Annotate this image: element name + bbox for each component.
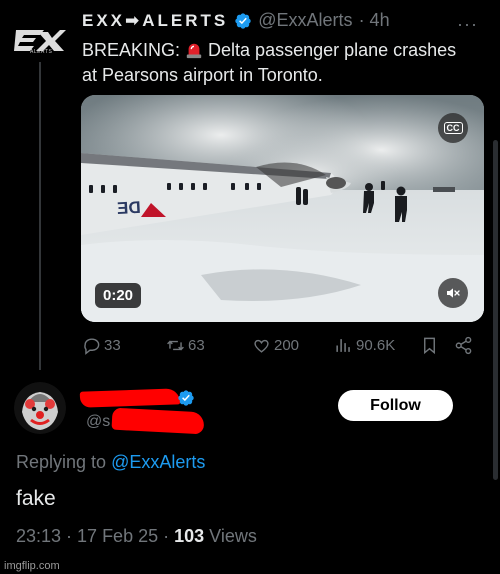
video-player[interactable]: DE CC 0:20 <box>81 95 484 322</box>
reply-count: 33 <box>104 337 121 354</box>
more-icon[interactable]: ··· <box>457 14 478 35</box>
mute-button[interactable] <box>438 278 468 308</box>
mute-icon <box>447 288 460 298</box>
retweet-action[interactable]: 63 <box>166 336 205 355</box>
logo-subtitle: ALERTS <box>30 49 53 55</box>
siren-emoji-icon <box>186 43 202 59</box>
replying-to-line: Replying to @ExxAlerts <box>16 452 205 473</box>
reply-action[interactable]: 33 <box>82 336 121 355</box>
views-icon <box>336 339 350 352</box>
reply-handle[interactable]: @s <box>86 413 110 431</box>
follow-button[interactable]: Follow <box>338 390 453 421</box>
author-handle[interactable]: @ExxAlerts <box>258 10 352 31</box>
replying-prefix: Replying to <box>16 452 112 472</box>
reply-icon <box>84 338 100 355</box>
bookmark-icon <box>424 337 435 355</box>
thread-connector-line <box>39 62 41 370</box>
video-frame: DE <box>81 95 484 322</box>
share-action[interactable] <box>454 336 473 355</box>
redacted-display-name <box>79 388 181 408</box>
clown-emoji-icon <box>14 382 66 434</box>
video-duration: 0:20 <box>95 283 142 308</box>
verified-badge-icon <box>178 390 194 406</box>
like-count: 200 <box>274 337 300 354</box>
views-action[interactable]: 90.6K <box>334 336 395 355</box>
verified-badge-icon <box>235 12 251 29</box>
exx-alerts-logo[interactable]: ALERTS <box>14 24 66 58</box>
imgflip-watermark: imgflip.com <box>4 560 60 572</box>
retweet-icon <box>167 340 184 351</box>
cc-icon: CC <box>443 122 463 134</box>
tweet-time[interactable]: · 4h <box>359 10 390 31</box>
plane-livery-text: DE <box>117 198 142 218</box>
like-action[interactable]: 200 <box>252 336 299 355</box>
reply-meta: 23:13 · 17 Feb 25 · 103 Views <box>16 526 257 547</box>
reply-avatar[interactable] <box>14 382 66 434</box>
bookmark-action[interactable] <box>420 336 439 355</box>
author-name[interactable]: EXX➡ALERTS <box>82 11 228 31</box>
tweet-text-part1: BREAKING: <box>82 40 186 60</box>
redacted-handle <box>111 407 205 435</box>
tweet-text: BREAKING: Delta passenger plane crashes … <box>82 38 462 88</box>
closed-captions-button[interactable]: CC <box>438 113 468 143</box>
reply-header: @s Follow <box>14 382 489 442</box>
tweet-action-bar: 33 63 200 90.6K <box>82 336 477 358</box>
retweet-count: 63 <box>188 337 205 354</box>
scrollbar-thumb[interactable] <box>493 140 498 480</box>
like-icon <box>254 339 269 353</box>
tweet-header: EXX➡ALERTS @ExxAlerts · 4h <box>82 10 440 31</box>
share-icon <box>455 336 472 355</box>
replying-to-mention[interactable]: @ExxAlerts <box>111 452 205 472</box>
views-count: 90.6K <box>356 337 396 354</box>
reply-timestamp[interactable]: 23:13 · 17 Feb 25 · <box>16 526 174 546</box>
reply-text: fake <box>16 487 56 510</box>
reply-views-label: Views <box>204 526 257 546</box>
reply-views-count: 103 <box>174 526 205 546</box>
